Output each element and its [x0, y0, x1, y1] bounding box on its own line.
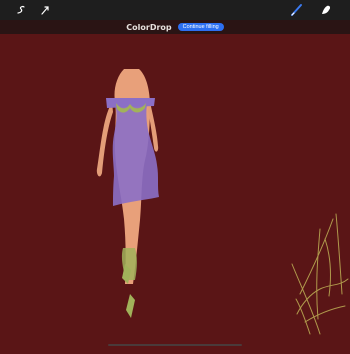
drawing-canvas[interactable]	[0, 34, 350, 350]
continue-filling-button[interactable]: Continue filling	[177, 23, 224, 31]
modify-icon[interactable]	[13, 2, 29, 18]
brush-icon[interactable]	[289, 2, 305, 18]
figure-left-arm	[96, 102, 113, 177]
smudge-icon[interactable]	[318, 2, 334, 18]
fashion-figure-drawing	[96, 69, 349, 335]
right-shoe	[126, 294, 135, 318]
colordrop-title: ColorDrop	[126, 22, 172, 32]
home-indicator	[108, 344, 242, 346]
colordrop-bar: ColorDrop Continue filling	[0, 20, 350, 34]
selection-arrow-icon[interactable]	[37, 2, 53, 18]
signature-lines	[291, 213, 349, 335]
top-toolbar	[0, 0, 350, 20]
